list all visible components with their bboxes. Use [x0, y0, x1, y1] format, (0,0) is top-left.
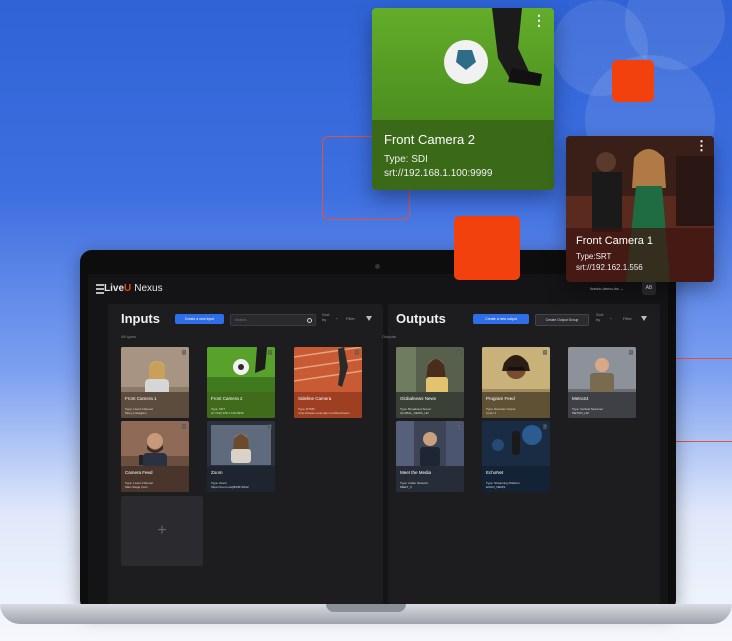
- search-placeholder: Search...: [235, 317, 250, 322]
- more-options-icon[interactable]: ⋮: [457, 350, 461, 355]
- card-info: Type: LiveU Channel Meet_Instagram: [125, 407, 153, 415]
- output-card[interactable]: ⋮ Meet the Media Type: Cable Network MEE…: [396, 421, 464, 492]
- floating-card-type: Type: SDI: [384, 154, 428, 165]
- menu-icon[interactable]: [96, 284, 104, 294]
- filter-icon[interactable]: [641, 316, 647, 321]
- card-info: Type: Cable Network MEET_3: [400, 481, 428, 489]
- filter-icon[interactable]: [366, 316, 372, 321]
- card-name: Zoom: [211, 470, 223, 475]
- search-icon: [307, 318, 312, 323]
- card-name: Front Camera 1: [125, 396, 157, 401]
- inputs-subtitle: All types: [121, 334, 137, 339]
- card-info: Type: SRT srt://192.168.1.100:9999: [211, 407, 244, 415]
- output-card[interactable]: ⋮ Globalnews News Type: Broadcast Server…: [396, 347, 464, 418]
- card-info: Type: RTMP rtmp://stream.example.com/liv…: [298, 407, 350, 415]
- output-card[interactable]: ⋮ EchoNet Type: Streaming Platform ECHO_…: [482, 421, 550, 492]
- more-options-icon[interactable]: ⋮: [543, 350, 547, 355]
- search-input[interactable]: Search...: [230, 314, 316, 326]
- card-name: Program Feed: [486, 396, 515, 401]
- card-info: Type: Vertical Streamer METRO_HD: [572, 407, 604, 415]
- more-options-icon[interactable]: ⋮: [182, 424, 186, 429]
- input-card[interactable]: ⋮ Camera Feed Type: LiveU Channel Main S…: [121, 421, 189, 492]
- floating-card-front-camera-1[interactable]: ⋮ Front Camera 1 Type:SRT srt://192.162.…: [566, 136, 714, 282]
- floating-card-name: Front Camera 1: [576, 235, 654, 247]
- avatar[interactable]: AB: [642, 281, 656, 295]
- input-card[interactable]: ⋮ Zoom Type: Zoom https://zoom.us/j/8435…: [207, 421, 275, 492]
- card-info: Type: Zoom https://zoom.us/j/843572222: [211, 481, 249, 489]
- sort-by-button[interactable]: Sort by: [596, 312, 606, 322]
- input-card[interactable]: ⋮ Front Camera 2 Type: SRT srt://192.168…: [207, 347, 275, 418]
- app-screen: LiveU Nexus liveuiu-demo-inc ⌄ AB Inputs …: [88, 274, 668, 604]
- more-options-icon[interactable]: ⋮: [182, 350, 186, 355]
- floating-card-type: Type:SRT: [576, 252, 612, 261]
- laptop-camera: [375, 264, 380, 269]
- card-info: Type: LiveU Channel Main Stage Cam: [125, 481, 153, 489]
- more-options-icon[interactable]: ⋮: [268, 350, 272, 355]
- laptop-notch: [326, 604, 406, 612]
- card-name: Front Camera 2: [211, 396, 243, 401]
- floating-card-front-camera-2[interactable]: ⋮ Front Camera 2 Type: SDI srt://192.168…: [372, 8, 554, 190]
- sort-chevron-icon[interactable]: ⌄: [335, 315, 338, 320]
- create-output-group-button[interactable]: Create Output Group: [535, 314, 589, 326]
- outputs-title: Outputs: [396, 311, 446, 326]
- app-logo: LiveU Nexus: [104, 283, 163, 294]
- more-options-icon[interactable]: ⋮: [268, 424, 272, 429]
- add-input-button[interactable]: +: [121, 496, 203, 566]
- card-name: Metro24: [572, 396, 589, 401]
- decor-orange-square: [612, 60, 654, 102]
- brand-nexus: Nexus: [134, 283, 163, 294]
- card-name: EchoNet: [486, 470, 504, 475]
- input-card[interactable]: ⋮ Sideline Camera Type: RTMP rtmp://stre…: [294, 347, 362, 418]
- brand-live: Live: [104, 283, 125, 294]
- card-info: Type: Streaming Platform ECHO_NEWS: [486, 481, 520, 489]
- filter-button[interactable]: Filter: [346, 316, 355, 321]
- account-switcher[interactable]: liveuiu-demo-inc ⌄: [590, 286, 624, 291]
- outputs-subtitle: Outputs: [382, 334, 397, 339]
- more-options-icon[interactable]: ⋮: [543, 424, 547, 429]
- card-name: Meet the Media: [400, 470, 432, 475]
- output-card[interactable]: ⋮ Metro24 Type: Vertical Streamer METRO_…: [568, 347, 636, 418]
- filter-button[interactable]: Filter: [623, 316, 632, 321]
- more-options-icon[interactable]: ⋮: [532, 12, 546, 29]
- floating-card-url: srt://192.168.1.100:9999: [384, 168, 493, 179]
- brand-u: U: [124, 283, 132, 294]
- output-card[interactable]: ⋮ Program Feed Type: Decoder Output Live…: [482, 347, 550, 418]
- card-name: Sideline Camera: [298, 396, 332, 401]
- sort-chevron-icon[interactable]: ⌄: [609, 315, 612, 320]
- account-name: liveuiu-demo-inc: [590, 286, 620, 291]
- input-card[interactable]: ⋮ Front Camera 1 Type: LiveU Channel Mee…: [121, 347, 189, 418]
- floating-card-url: srt://192.162.1.556: [576, 263, 643, 272]
- decor-orange-square: [454, 216, 520, 280]
- card-name: Globalnews News: [400, 396, 437, 401]
- inputs-title: Inputs: [121, 311, 160, 326]
- card-name: Camera Feed: [125, 470, 153, 475]
- more-options-icon[interactable]: ⋮: [629, 350, 633, 355]
- more-options-icon[interactable]: ⋮: [695, 138, 708, 154]
- create-output-button[interactable]: Create a new output: [473, 314, 529, 324]
- sort-by-button[interactable]: Sort by: [322, 312, 332, 322]
- card-info: Type: Decoder Output LiveU 1: [486, 407, 516, 415]
- floating-card-name: Front Camera 2: [384, 132, 476, 147]
- more-options-icon[interactable]: ⋮: [355, 350, 359, 355]
- create-input-button[interactable]: Create a new input: [175, 314, 224, 324]
- more-options-icon[interactable]: ⋮: [457, 424, 461, 429]
- card-info: Type: Broadcast Server GLOBAL_NEWS_HD: [400, 407, 432, 415]
